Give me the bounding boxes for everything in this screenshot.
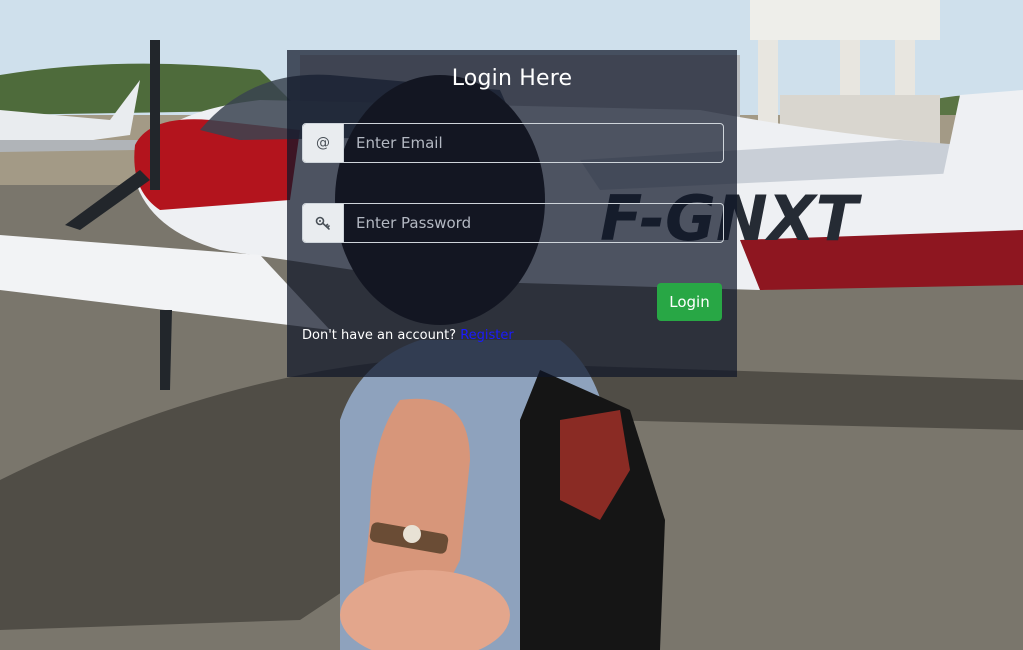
login-button[interactable]: Login [657, 283, 722, 321]
key-icon [303, 204, 344, 242]
register-link[interactable]: Register [460, 328, 514, 343]
login-form-panel: Login Here @ Login Don't have an account… [287, 50, 737, 377]
register-prompt-text: Don't have an account? [302, 328, 457, 343]
email-input[interactable] [344, 124, 723, 162]
login-title: Login Here [451, 66, 573, 91]
at-sign-icon: @ [303, 124, 344, 162]
password-input[interactable] [344, 204, 723, 242]
register-prompt: Don't have an account? Register [302, 328, 514, 343]
email-input-group: @ [302, 123, 724, 163]
password-input-group [302, 203, 724, 243]
